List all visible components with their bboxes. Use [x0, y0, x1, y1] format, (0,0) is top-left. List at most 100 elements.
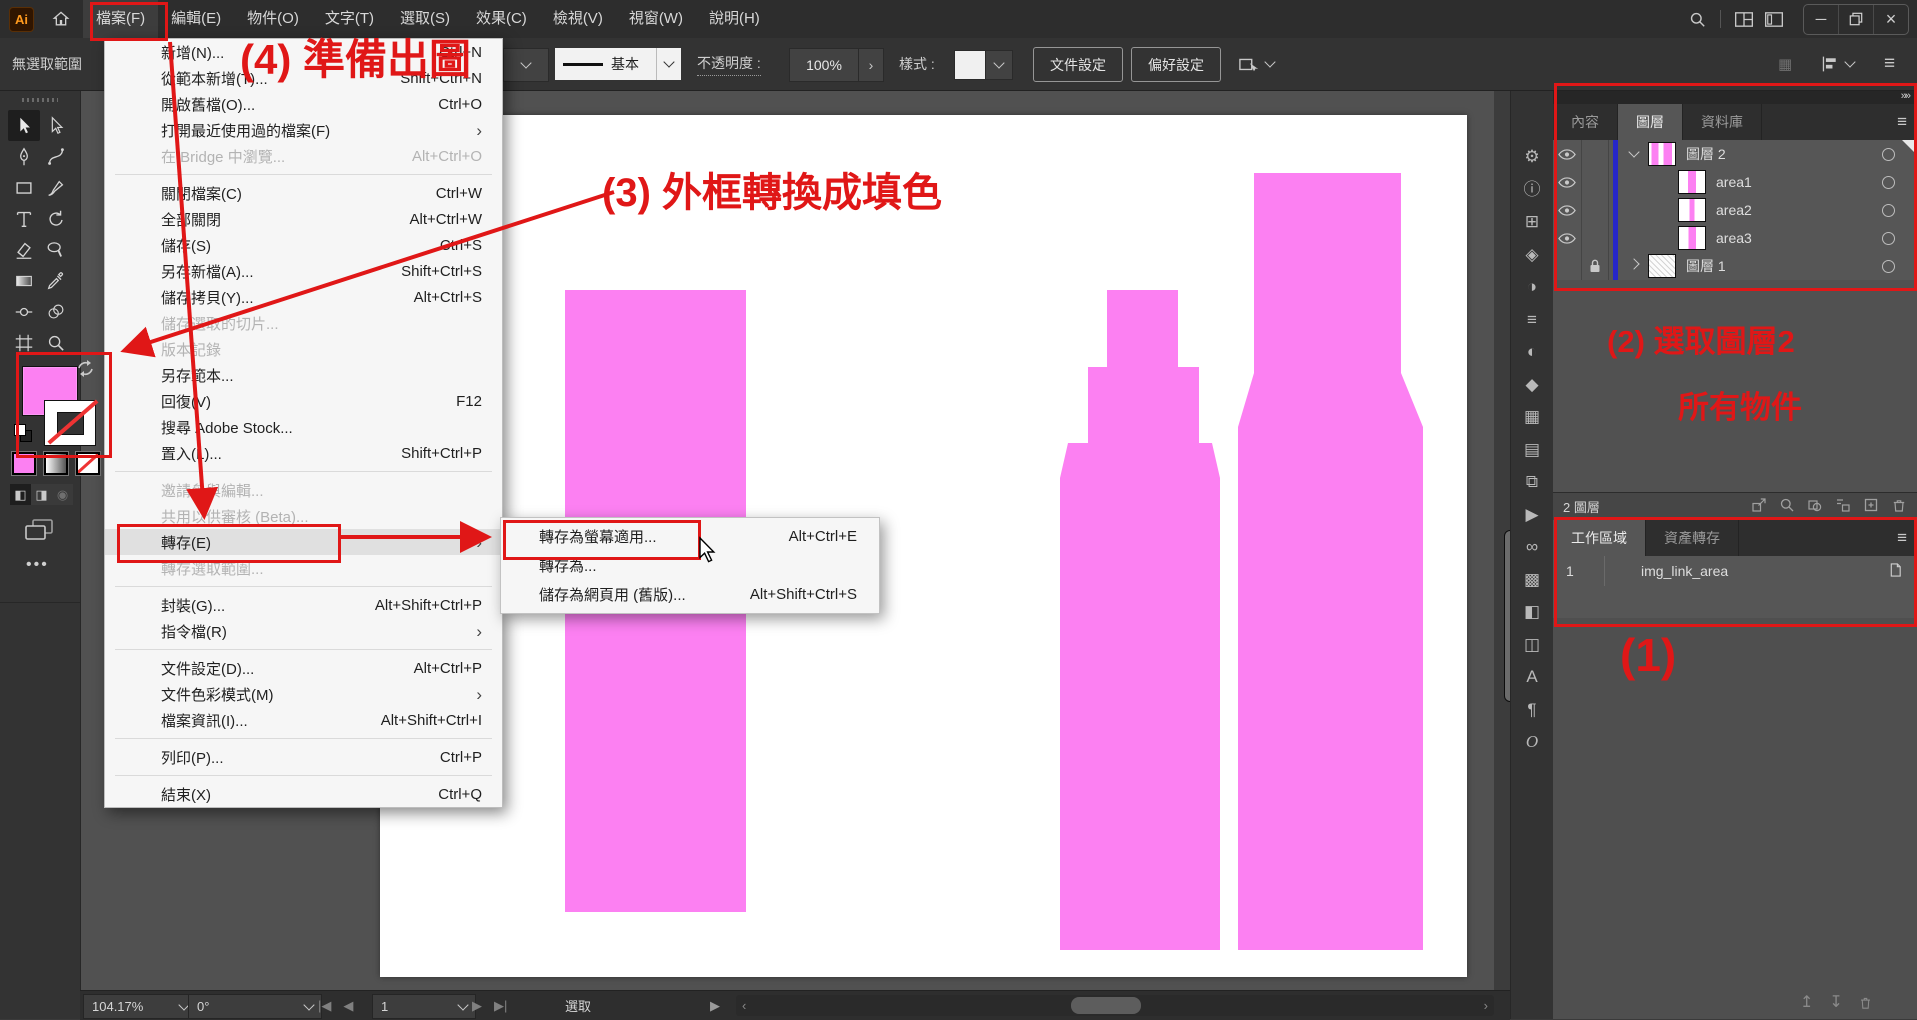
transform-icon[interactable]: ⊞ — [1525, 213, 1539, 232]
info-icon[interactable]: ⓘ — [1524, 181, 1541, 200]
transparency-icon[interactable]: ◐ — [1527, 343, 1537, 362]
curvature-tool[interactable] — [40, 141, 72, 172]
toolbar-grip[interactable] — [22, 98, 58, 102]
lock-empty[interactable] — [1582, 168, 1609, 196]
shaper-tool[interactable] — [40, 234, 72, 265]
swap-fill-stroke-icon[interactable] — [76, 360, 96, 378]
artboards-panel-menu-icon[interactable]: ≡ — [1897, 520, 1917, 556]
layer-target-circle[interactable] — [1882, 148, 1895, 161]
visibility-eye-icon[interactable] — [1553, 168, 1582, 196]
color-button[interactable] — [12, 452, 36, 475]
layer-target-circle[interactable] — [1882, 176, 1895, 189]
artboard-nav-last[interactable]: ▶| — [494, 998, 507, 1014]
visibility-empty[interactable] — [1553, 252, 1582, 280]
lock-empty[interactable] — [1582, 224, 1609, 252]
file-menu-item-3[interactable]: 打開最近使用過的檔案(F)› — [105, 117, 502, 143]
type-tool[interactable] — [8, 203, 40, 234]
visibility-eye-icon[interactable] — [1553, 224, 1582, 252]
direct-selection-tool[interactable] — [40, 110, 72, 141]
rotate-tool[interactable] — [40, 203, 72, 234]
paragraph-icon[interactable]: ¶ — [1527, 701, 1536, 720]
artboards-tab-工作區域[interactable]: 工作區域 — [1553, 520, 1646, 556]
layer-target-circle[interactable] — [1882, 204, 1895, 217]
menubar-item-視窗(W)[interactable]: 視窗(W) — [616, 0, 696, 38]
layer-expand-chevron[interactable] — [1628, 152, 1640, 156]
file-menu-item-7[interactable]: 全部關閉Alt+Ctrl+W — [105, 206, 502, 232]
artboard-number-dropdown[interactable]: 1 — [372, 994, 476, 1019]
file-menu-item-6[interactable]: 關閉檔案(C)Ctrl+W — [105, 180, 502, 206]
opacity-label[interactable]: 不透明度 : — [697, 38, 761, 90]
new-sublayer-icon[interactable] — [1835, 497, 1851, 516]
menubar-item-說明(H)[interactable]: 說明(H) — [696, 0, 773, 38]
file-menu-item-27[interactable]: 文件色彩模式(M)› — [105, 681, 502, 707]
stroke-panel-icon[interactable]: ≡ — [1527, 311, 1537, 330]
opacity-value-field[interactable]: 100% — [789, 48, 859, 82]
layer-row-圖層 2[interactable]: 圖層 2 — [1553, 140, 1917, 169]
layers-tab-資料庫[interactable]: 資料庫 — [1683, 104, 1762, 140]
lock-empty[interactable] — [1582, 196, 1609, 224]
layer-expand-chevron[interactable] — [1628, 264, 1640, 268]
actions-icon[interactable]: ▶ — [1525, 506, 1538, 525]
export-submenu-item-1[interactable]: 轉存為... — [501, 551, 879, 580]
export-submenu-item-2[interactable]: 儲存為網頁用 (舊版)...Alt+Shift+Ctrl+S — [501, 580, 879, 609]
layer-name[interactable]: area2 — [1716, 202, 1752, 218]
pen-tool[interactable] — [8, 141, 40, 172]
panel-menu-icon[interactable]: ≡ — [1884, 38, 1895, 90]
selection-tool[interactable] — [8, 110, 40, 141]
trash-icon[interactable] — [1859, 995, 1872, 1010]
links-icon[interactable]: ∞ — [1526, 538, 1538, 557]
layer-name[interactable]: 圖層 1 — [1686, 256, 1726, 276]
file-menu-item-23[interactable]: 封裝(G)...Alt+Shift+Ctrl+P — [105, 592, 502, 618]
move-up-icon[interactable]: ↥ — [1800, 992, 1813, 1012]
menubar-item-檢視(V)[interactable]: 檢視(V) — [540, 0, 616, 38]
zoom-level-dropdown[interactable]: 104.17% — [83, 994, 197, 1019]
layer-target-circle[interactable] — [1882, 232, 1895, 245]
rotation-dropdown[interactable]: 0° — [188, 994, 322, 1019]
lock-icon[interactable] — [1582, 252, 1609, 280]
properties-icon[interactable]: ⚙ — [1524, 148, 1539, 167]
graphic-styles-icon[interactable]: ▦ — [1524, 408, 1540, 427]
artboard-tool[interactable] — [8, 327, 40, 358]
layer-row-area1[interactable]: area1 — [1553, 168, 1917, 197]
artboard-nav-next[interactable]: ▶▶| — [472, 991, 507, 1020]
lock-empty[interactable] — [1582, 140, 1609, 168]
layers-tab-內容[interactable]: 內容 — [1553, 104, 1618, 140]
artboards-tab-資產轉存[interactable]: 資產轉存 — [1646, 520, 1739, 556]
rectangle-tool[interactable] — [8, 172, 40, 203]
width-tool[interactable] — [8, 296, 40, 327]
eyedropper-tool[interactable] — [40, 265, 72, 296]
align-options-dropdown[interactable] — [1820, 38, 1854, 90]
pattern-icon[interactable]: ▩ — [1524, 571, 1540, 590]
artboard-name[interactable]: img_link_area — [1641, 563, 1728, 579]
visibility-eye-icon[interactable] — [1553, 196, 1582, 224]
file-menu-item-8[interactable]: 儲存(S)Ctrl+S — [105, 232, 502, 258]
appearance-icon[interactable]: ◆ — [1525, 376, 1538, 395]
opentype-icon[interactable]: O — [1526, 733, 1538, 752]
character-icon[interactable]: A — [1526, 668, 1537, 687]
restore-button[interactable] — [1838, 5, 1873, 34]
artboard-page-icon[interactable] — [1888, 562, 1903, 581]
stroke-color-swatch[interactable] — [44, 400, 96, 446]
horizontal-scrollbar-thumb[interactable] — [1071, 997, 1141, 1014]
export-icon[interactable] — [1751, 497, 1767, 516]
shape-builder-tool[interactable] — [40, 296, 72, 327]
file-menu-item-28[interactable]: 檔案資訊(I)...Alt+Shift+Ctrl+I — [105, 707, 502, 733]
draw-inside-icon[interactable]: ◉ — [52, 484, 73, 505]
draw-normal-icon[interactable]: ◧ — [10, 484, 31, 505]
file-menu-item-15[interactable]: 搜尋 Adobe Stock... — [105, 414, 502, 440]
default-fill-stroke-icon[interactable] — [14, 424, 30, 440]
asset-export-icon[interactable]: ⧉ — [1526, 473, 1538, 492]
layer-row-area2[interactable]: area2 — [1553, 196, 1917, 225]
file-menu-item-24[interactable]: 指令檔(R)› — [105, 618, 502, 644]
gradient-panel-icon[interactable]: ◑ — [1527, 278, 1537, 297]
make-clip-mask-icon[interactable] — [1807, 497, 1823, 516]
layer-target-circle[interactable] — [1882, 260, 1895, 273]
horizontal-scrollbar[interactable]: ‹ › — [736, 995, 1494, 1016]
visibility-eye-icon[interactable] — [1553, 140, 1582, 168]
snap-options-dropdown[interactable] — [1238, 38, 1274, 90]
fill-color-dropdown[interactable] — [503, 48, 549, 82]
file-menu-item-13[interactable]: 另存範本... — [105, 362, 502, 388]
file-menu-item-30[interactable]: 列印(P)...Ctrl+P — [105, 744, 502, 770]
move-down-icon[interactable]: ↧ — [1829, 992, 1842, 1012]
color-guide-icon[interactable]: ◫ — [1524, 636, 1540, 655]
